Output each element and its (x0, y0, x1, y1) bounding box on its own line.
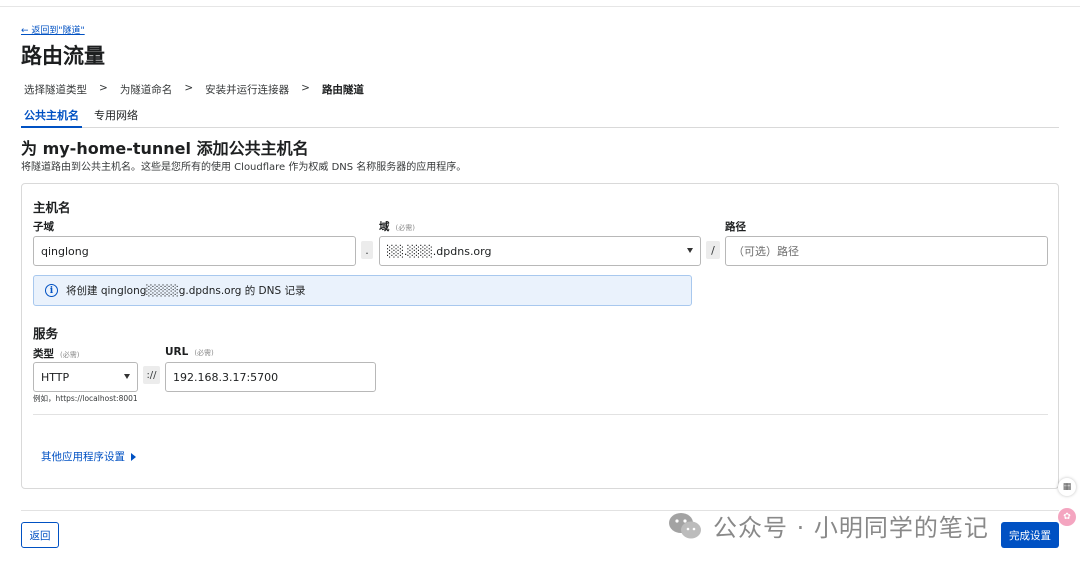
breadcrumb-separator: > (99, 82, 108, 94)
hostname-form-card: 主机名 子域 qinglong . 域 (必需) ░░.░░░.dpdns.org… (21, 183, 1059, 489)
breadcrumb-step-connector: 安装并运行连接器 (205, 84, 290, 96)
domain-select[interactable]: ░░.░░░.dpdns.org (379, 236, 701, 266)
caret-right-icon (131, 452, 136, 461)
wechat-logo-icon (669, 512, 701, 538)
back-button[interactable]: 返回 (21, 522, 59, 548)
slash-separator: / (706, 241, 720, 259)
info-icon: i (45, 284, 58, 297)
section-title: 为 my-home-tunnel 添加公共主机名 (21, 139, 309, 158)
service-type-label: 类型 (必需) (33, 348, 80, 360)
dns-record-info-text: 将创建 qinglong░░░░g.dpdns.org 的 DNS 记录 (66, 285, 306, 297)
hostname-heading: 主机名 (33, 200, 71, 215)
service-url-label: URL (必需) (165, 346, 214, 358)
card-divider (33, 414, 1048, 415)
service-type-select[interactable]: HTTP (33, 362, 138, 392)
page-title: 路由流量 (21, 44, 105, 68)
tab-public-hostname[interactable]: 公共主机名 (21, 103, 82, 128)
additional-app-settings-label: 其他应用程序设置 (41, 451, 125, 463)
service-type-value: HTTP (41, 370, 70, 384)
breadcrumb-step-name: 为隧道命名 (119, 84, 173, 96)
subdomain-label: 子域 (33, 221, 54, 233)
service-type-hint: 例如，https://localhost:8001 (33, 394, 138, 403)
watermark: 公众号 · 小明同学的笔记 (667, 508, 989, 543)
back-to-tunnels-link[interactable]: ← 返回到"隧道" (21, 23, 85, 36)
service-heading: 服务 (33, 326, 59, 341)
domain-value: ░░.░░░.dpdns.org (387, 244, 492, 258)
service-url-input[interactable]: 192.168.3.17:5700 (165, 362, 376, 392)
scheme-separator: :// (143, 366, 160, 384)
dot-separator: . (361, 241, 373, 259)
tab-bar: 公共主机名 专用网络 (21, 103, 1059, 128)
qr-code-icon[interactable]: ▦ (1058, 478, 1076, 496)
chevron-down-icon (124, 374, 130, 379)
tab-private-network[interactable]: 专用网络 (91, 103, 141, 127)
breadcrumb-separator: > (301, 82, 310, 94)
path-label: 路径 (725, 221, 746, 233)
chevron-down-icon (687, 248, 693, 253)
dns-record-info: i 将创建 qinglong░░░░g.dpdns.org 的 DNS 记录 (33, 275, 692, 306)
top-divider (0, 6, 1080, 7)
breadcrumb-separator: > (184, 82, 194, 94)
subdomain-input[interactable]: qinglong (33, 236, 356, 266)
breadcrumb: 选择隧道类型 > 为隧道命名 > 安装并运行连接器 > 路由隧道 (24, 82, 364, 97)
domain-label: 域 (必需) (379, 221, 415, 233)
breadcrumb-step-route: 路由隧道 (321, 84, 364, 96)
complete-setup-button[interactable]: 完成设置 (1001, 522, 1059, 548)
additional-app-settings-toggle[interactable]: 其他应用程序设置 (41, 449, 136, 464)
watermark-text: 公众号 · 小明同学的笔记 (713, 514, 989, 542)
breadcrumb-step-type: 选择隧道类型 (24, 84, 87, 96)
feedback-icon[interactable]: ✿ (1058, 508, 1076, 526)
path-input[interactable]: （可选）路径 (725, 236, 1048, 266)
section-description: 将隧道路由到公共主机名。这些是您所有的使用 Cloudflare 作为权威 DN… (21, 162, 467, 173)
